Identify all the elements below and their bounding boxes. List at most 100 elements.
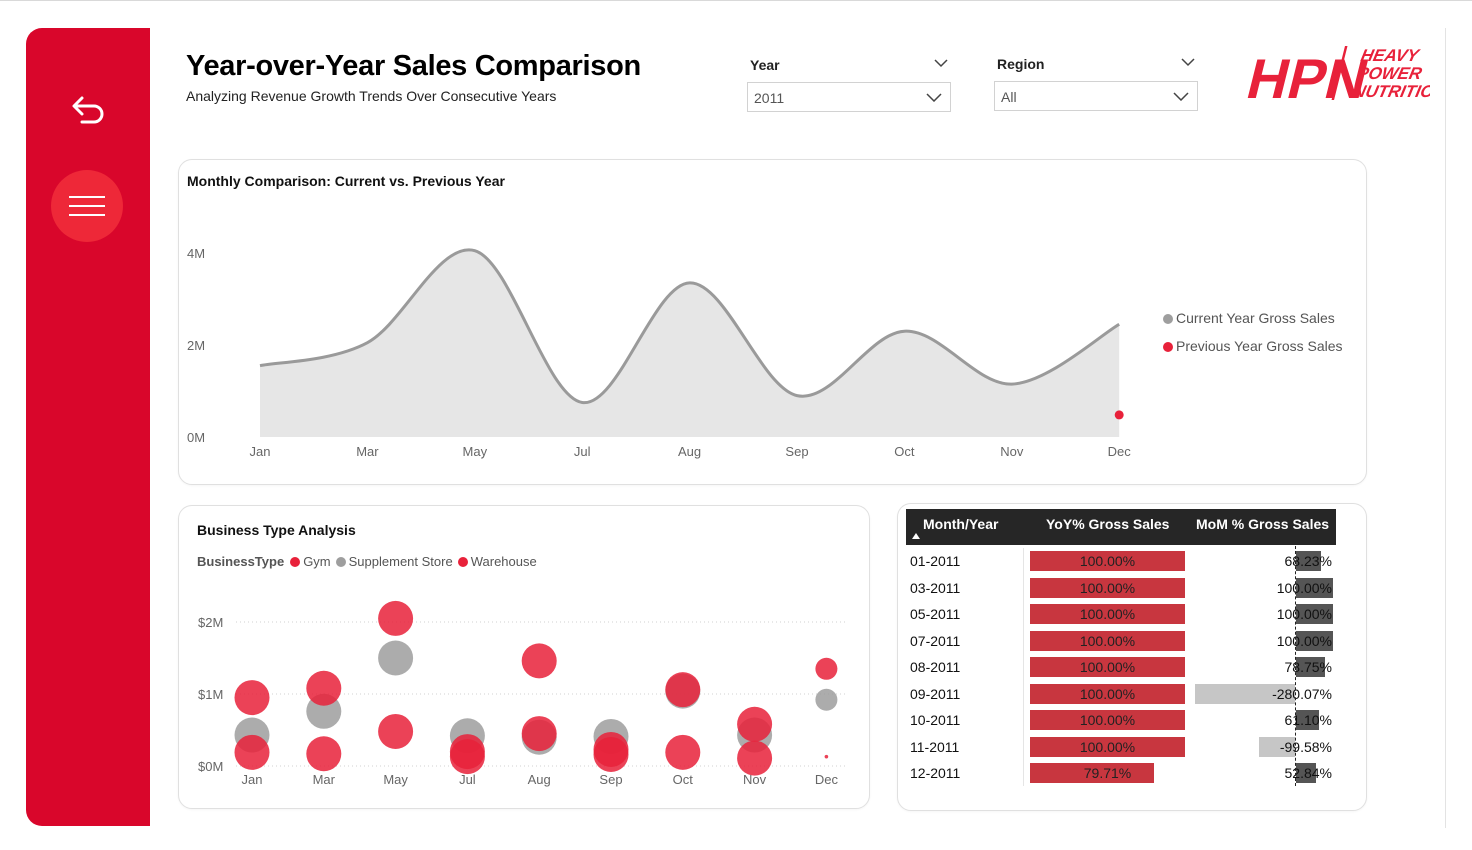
x-tick-label: Jan xyxy=(250,444,271,459)
legend-label-current: Current Year Gross Sales xyxy=(1176,310,1335,326)
header-yoy[interactable]: YoY% Gross Sales xyxy=(1046,516,1169,532)
chevron-down-icon xyxy=(1173,92,1189,101)
table-header: Month/Year YoY% Gross Sales MoM % Gross … xyxy=(906,509,1336,545)
table-cell-yoy: 100.00% xyxy=(1079,606,1136,622)
year-filter-label: Year xyxy=(750,57,780,73)
x-tick-label: Dec xyxy=(1108,444,1132,459)
x-tick-label: Jul xyxy=(574,444,591,459)
warehouse-bubble[interactable] xyxy=(521,716,557,752)
legend-current-year[interactable]: Current Year Gross Sales xyxy=(1163,310,1335,326)
page-subtitle: Analyzing Revenue Growth Trends Over Con… xyxy=(186,88,557,104)
y-tick-label: $1M xyxy=(198,687,223,702)
region-filter-collapse-icon[interactable] xyxy=(1181,57,1195,67)
region-filter-label: Region xyxy=(997,56,1045,72)
gym-bubble[interactable] xyxy=(815,657,838,680)
table-cell-month: 03-2011 xyxy=(910,579,961,596)
x-tick-label: Oct xyxy=(673,772,694,787)
x-tick-label: Jul xyxy=(459,772,476,787)
supplement-store-bubble[interactable] xyxy=(378,640,414,676)
legend-label-previous: Previous Year Gross Sales xyxy=(1176,338,1343,354)
current-year-area[interactable] xyxy=(260,249,1120,437)
table-cell-yoy: 100.00% xyxy=(1079,659,1136,675)
previous-year-point[interactable] xyxy=(1114,410,1124,420)
gym-bubble[interactable] xyxy=(521,643,557,679)
table-cell-mom: 100.00% xyxy=(1276,606,1332,622)
supplement-store-bubble[interactable] xyxy=(815,688,838,711)
mom-zero-axis xyxy=(1295,546,1297,786)
logo-tagline-1: HEAVY xyxy=(1359,45,1422,65)
table-cell-month: 05-2011 xyxy=(910,606,961,622)
x-tick-label: Aug xyxy=(678,444,701,459)
warehouse-bubble[interactable] xyxy=(234,734,270,770)
table-cell-month: 10-2011 xyxy=(910,712,961,728)
y-tick-label: 0M xyxy=(187,430,205,445)
legend-previous-year[interactable]: Previous Year Gross Sales xyxy=(1163,338,1343,354)
x-tick-label: Sep xyxy=(599,772,622,787)
x-tick-label: Aug xyxy=(528,772,551,787)
hamburger-menu-icon[interactable] xyxy=(51,170,123,242)
table-cell-mom: -99.58% xyxy=(1279,738,1332,755)
x-tick-label: Sep xyxy=(785,444,808,459)
sort-asc-icon[interactable] xyxy=(912,533,920,539)
warehouse-bubble[interactable] xyxy=(593,736,629,772)
sidebar xyxy=(26,28,150,826)
table-cell-mom: 100.00% xyxy=(1276,632,1332,649)
hpn-logo: HPN HEAVY POWER NUTRITION xyxy=(1241,45,1430,106)
logo-tagline-3: NUTRITION xyxy=(1351,81,1430,101)
header-month-year[interactable]: Month/Year xyxy=(923,516,998,532)
chevron-down-icon xyxy=(926,93,942,102)
table-cell-yoy: 100.00% xyxy=(1079,685,1136,702)
x-tick-label: Nov xyxy=(1000,444,1024,459)
y-tick-label: 4M xyxy=(187,246,205,261)
x-tick-label: Nov xyxy=(743,772,767,787)
gym-bubble[interactable] xyxy=(234,680,270,716)
warehouse-bubble[interactable] xyxy=(824,754,829,759)
table-cell-yoy: 100.00% xyxy=(1079,579,1136,596)
warehouse-bubble[interactable] xyxy=(449,739,485,775)
x-tick-label: Jan xyxy=(242,772,263,787)
x-tick-label: Mar xyxy=(313,772,336,787)
right-border xyxy=(1445,28,1446,828)
logo-tagline-2: POWER xyxy=(1355,63,1424,83)
year-filter-dropdown[interactable]: 2011 xyxy=(747,82,951,112)
table-cell-yoy: 79.71% xyxy=(1083,765,1132,781)
x-tick-label: May xyxy=(383,772,408,787)
table-cell-mom: 52.84% xyxy=(1284,765,1332,781)
gym-bubble[interactable] xyxy=(737,706,773,742)
table-cell-month: 09-2011 xyxy=(910,685,961,702)
x-tick-label: May xyxy=(463,444,488,459)
page-title: Year-over-Year Sales Comparison xyxy=(186,50,641,82)
year-filter-collapse-icon[interactable] xyxy=(934,58,948,68)
table-cell-mom: 78.75% xyxy=(1284,659,1332,675)
y-tick-label: 2M xyxy=(187,338,205,353)
table-cell-month: 07-2011 xyxy=(910,632,961,649)
gym-bubble[interactable] xyxy=(665,672,701,708)
warehouse-bubble[interactable] xyxy=(306,736,342,772)
table-cell-mom: 68.23% xyxy=(1284,553,1332,569)
back-arrow-icon[interactable] xyxy=(62,84,110,128)
column-divider xyxy=(1023,548,1024,786)
header-mom[interactable]: MoM % Gross Sales xyxy=(1196,516,1329,532)
business-scatter-chart: $0M $1M $2M Jan Mar May Jul Aug Sep Oct Nov Dec xyxy=(198,600,846,787)
warehouse-bubble[interactable] xyxy=(378,713,414,749)
x-tick-label: Oct xyxy=(894,444,915,459)
legend-dot-previous xyxy=(1163,342,1173,352)
table-cell-yoy: 100.00% xyxy=(1079,738,1136,755)
table-cell-mom: -280.07% xyxy=(1272,685,1332,702)
warehouse-bubble[interactable] xyxy=(665,734,701,770)
gym-bubble[interactable] xyxy=(306,670,342,706)
warehouse-bubble[interactable] xyxy=(737,740,773,776)
table-cell-month: 08-2011 xyxy=(910,659,961,675)
x-tick-label: Dec xyxy=(815,772,839,787)
table-cell-mom: 61.10% xyxy=(1284,712,1332,728)
legend-dot-current xyxy=(1163,314,1173,324)
region-filter-dropdown[interactable]: All xyxy=(994,81,1198,111)
region-filter-value: All xyxy=(1001,89,1017,105)
table-cell-month: 01-2011 xyxy=(910,553,961,569)
table-cell-mom: 100.00% xyxy=(1276,579,1332,596)
y-tick-label: $0M xyxy=(198,759,223,774)
gym-bubble[interactable] xyxy=(378,600,414,636)
table-cell-yoy: 100.00% xyxy=(1079,632,1136,649)
table-cell-month: 12-2011 xyxy=(910,765,961,781)
y-tick-label: $2M xyxy=(198,615,223,630)
